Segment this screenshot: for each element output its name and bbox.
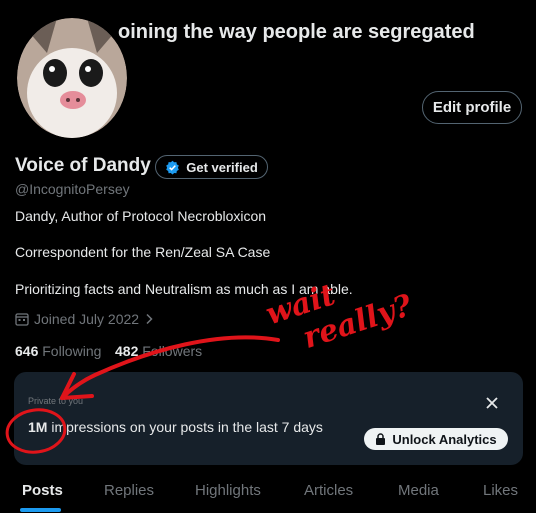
joined-date[interactable]: Joined July 2022 <box>15 311 154 327</box>
get-verified-button[interactable]: Get verified <box>155 155 268 179</box>
joined-label: Joined July 2022 <box>34 311 140 327</box>
unlock-analytics-label: Unlock Analytics <box>392 431 497 447</box>
close-icon <box>486 397 498 409</box>
followers-link[interactable]: 482 Followers <box>115 343 202 359</box>
tab-likes[interactable]: Likes <box>483 482 518 499</box>
following-label: Following <box>42 343 102 359</box>
following-count: 646 <box>15 343 39 359</box>
tab-articles[interactable]: Articles <box>304 482 353 499</box>
active-tab-indicator <box>20 508 61 512</box>
followers-count: 482 <box>115 343 139 359</box>
unlock-analytics-button[interactable]: Unlock Analytics <box>364 428 508 450</box>
profile-tabs: Posts Replies Highlights Articles Media … <box>0 470 536 513</box>
bio-line-2: Correspondent for the Ren/Zeal SA Case <box>15 244 271 260</box>
analytics-panel: Private to you 1M impressions on your po… <box>14 372 523 465</box>
banner-text: oining the way people are segregated <box>118 21 475 43</box>
annotation-text: wait really? <box>262 257 417 365</box>
display-name: Voice of Dandy <box>15 155 151 176</box>
impressions-text: 1M impressions on your posts in the last… <box>28 419 323 435</box>
calendar-icon <box>15 313 29 326</box>
tab-media[interactable]: Media <box>398 482 439 499</box>
close-analytics-button[interactable] <box>481 392 503 414</box>
bio-line-1: Dandy, Author of Protocol Necrobloxicon <box>15 208 267 224</box>
impressions-description: impressions on your posts in the last 7 … <box>51 419 323 435</box>
lock-icon <box>376 433 386 445</box>
get-verified-label: Get verified <box>186 159 258 175</box>
avatar[interactable] <box>17 18 127 138</box>
followers-label: Followers <box>142 343 203 359</box>
impressions-count: 1M <box>28 419 48 435</box>
following-link[interactable]: 646 Following <box>15 343 101 359</box>
tab-highlights[interactable]: Highlights <box>195 482 261 499</box>
verified-badge-icon <box>166 160 180 174</box>
avatar-cat-image <box>17 18 127 138</box>
tab-posts[interactable]: Posts <box>22 482 63 499</box>
private-label: Private to you <box>28 396 84 406</box>
edit-profile-button[interactable]: Edit profile <box>422 91 522 124</box>
tab-replies[interactable]: Replies <box>104 482 154 499</box>
profile-handle: @IncognitoPersey <box>15 181 130 197</box>
chevron-right-icon <box>146 313 153 325</box>
